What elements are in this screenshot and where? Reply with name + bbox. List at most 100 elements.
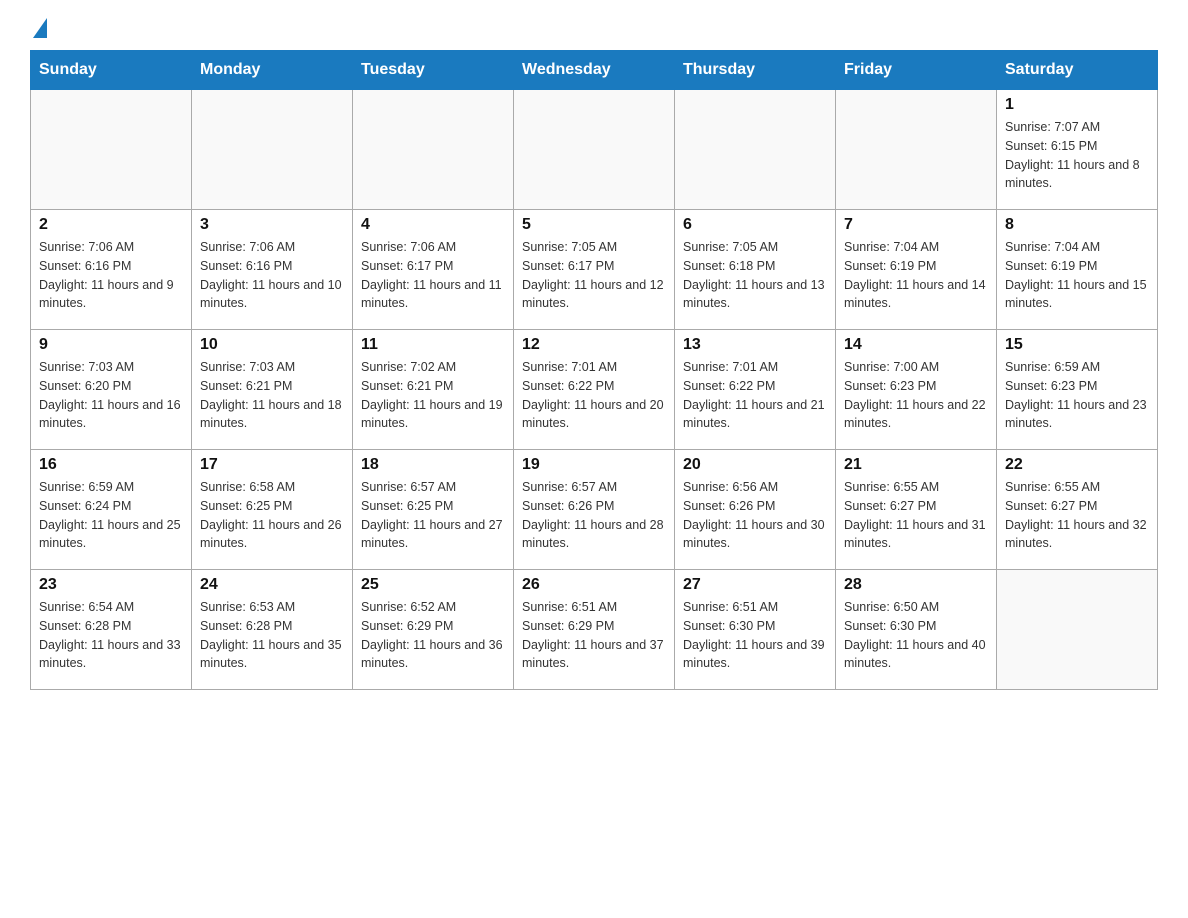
day-info: Sunrise: 6:52 AMSunset: 6:29 PMDaylight:…: [361, 598, 505, 673]
calendar-cell: 3 Sunrise: 7:06 AMSunset: 6:16 PMDaylight…: [192, 210, 353, 330]
calendar-cell: 14 Sunrise: 7:00 AMSunset: 6:23 PMDayligh…: [836, 330, 997, 450]
weekday-header-thursday: Thursday: [675, 51, 836, 90]
calendar-cell: 28Sunrise: 6:50 AMSunset: 6:30 PMDayligh…: [836, 570, 997, 690]
day-number: 18: [361, 456, 505, 474]
calendar-table: SundayMondayTuesdayWednesdayThursdayFrid…: [30, 50, 1158, 690]
day-info: Sunrise: 7:05 AMSunset: 6:18 PMDaylight:…: [683, 238, 827, 313]
calendar-cell: 18 Sunrise: 6:57 AMSunset: 6:25 PMDayligh…: [353, 450, 514, 570]
calendar-cell: [675, 90, 836, 210]
day-number: 24: [200, 576, 344, 594]
day-info: Sunrise: 7:00 AMSunset: 6:23 PMDaylight:…: [844, 358, 988, 433]
day-number: 16: [39, 456, 183, 474]
day-info: Sunrise: 7:04 AMSunset: 6:19 PMDaylight:…: [844, 238, 988, 313]
day-number: 9: [39, 336, 183, 354]
calendar-week-1: 1 Sunrise: 7:07 AMSunset: 6:15 PMDaylight…: [31, 90, 1158, 210]
day-info: Sunrise: 6:59 AMSunset: 6:24 PMDaylight:…: [39, 478, 183, 553]
day-number: 2: [39, 216, 183, 234]
weekday-header-row: SundayMondayTuesdayWednesdayThursdayFrid…: [31, 51, 1158, 90]
calendar-cell: 4 Sunrise: 7:06 AMSunset: 6:17 PMDaylight…: [353, 210, 514, 330]
day-number: 4: [361, 216, 505, 234]
calendar-cell: [514, 90, 675, 210]
calendar-cell: 20 Sunrise: 6:56 AMSunset: 6:26 PMDayligh…: [675, 450, 836, 570]
calendar-cell: 9 Sunrise: 7:03 AMSunset: 6:20 PMDaylight…: [31, 330, 192, 450]
calendar-cell: [353, 90, 514, 210]
day-number: 22: [1005, 456, 1149, 474]
day-info: Sunrise: 7:01 AMSunset: 6:22 PMDaylight:…: [683, 358, 827, 433]
day-number: 10: [200, 336, 344, 354]
day-number: 13: [683, 336, 827, 354]
day-number: 1: [1005, 96, 1149, 114]
calendar-cell: 26Sunrise: 6:51 AMSunset: 6:29 PMDayligh…: [514, 570, 675, 690]
calendar-cell: 1 Sunrise: 7:07 AMSunset: 6:15 PMDaylight…: [997, 90, 1158, 210]
day-info: Sunrise: 6:58 AMSunset: 6:25 PMDaylight:…: [200, 478, 344, 553]
day-info: Sunrise: 7:03 AMSunset: 6:20 PMDaylight:…: [39, 358, 183, 433]
weekday-header-tuesday: Tuesday: [353, 51, 514, 90]
day-number: 6: [683, 216, 827, 234]
day-number: 12: [522, 336, 666, 354]
day-number: 3: [200, 216, 344, 234]
day-number: 15: [1005, 336, 1149, 354]
weekday-header-friday: Friday: [836, 51, 997, 90]
calendar-cell: 16 Sunrise: 6:59 AMSunset: 6:24 PMDayligh…: [31, 450, 192, 570]
day-number: 20: [683, 456, 827, 474]
logo: [30, 20, 47, 40]
day-info: Sunrise: 6:57 AMSunset: 6:25 PMDaylight:…: [361, 478, 505, 553]
calendar-cell: 11 Sunrise: 7:02 AMSunset: 6:21 PMDayligh…: [353, 330, 514, 450]
calendar-cell: 21 Sunrise: 6:55 AMSunset: 6:27 PMDayligh…: [836, 450, 997, 570]
day-info: Sunrise: 6:50 AMSunset: 6:30 PMDaylight:…: [844, 598, 988, 673]
day-info: Sunrise: 7:06 AMSunset: 6:16 PMDaylight:…: [200, 238, 344, 313]
day-number: 19: [522, 456, 666, 474]
day-info: Sunrise: 7:04 AMSunset: 6:19 PMDaylight:…: [1005, 238, 1149, 313]
calendar-cell: [31, 90, 192, 210]
calendar-cell: 25 Sunrise: 6:52 AMSunset: 6:29 PMDayligh…: [353, 570, 514, 690]
calendar-cell: 2 Sunrise: 7:06 AMSunset: 6:16 PMDaylight…: [31, 210, 192, 330]
day-number: 26: [522, 576, 666, 594]
day-info: Sunrise: 7:02 AMSunset: 6:21 PMDaylight:…: [361, 358, 505, 433]
day-number: 21: [844, 456, 988, 474]
calendar-cell: 7 Sunrise: 7:04 AMSunset: 6:19 PMDaylight…: [836, 210, 997, 330]
day-number: 17: [200, 456, 344, 474]
day-info: Sunrise: 7:07 AMSunset: 6:15 PMDaylight:…: [1005, 118, 1149, 193]
calendar-cell: 5 Sunrise: 7:05 AMSunset: 6:17 PMDaylight…: [514, 210, 675, 330]
calendar-week-2: 2 Sunrise: 7:06 AMSunset: 6:16 PMDaylight…: [31, 210, 1158, 330]
day-info: Sunrise: 7:03 AMSunset: 6:21 PMDaylight:…: [200, 358, 344, 433]
calendar-week-5: 23 Sunrise: 6:54 AMSunset: 6:28 PMDayligh…: [31, 570, 1158, 690]
calendar-cell: 8Sunrise: 7:04 AMSunset: 6:19 PMDaylight…: [997, 210, 1158, 330]
calendar-cell: 12 Sunrise: 7:01 AMSunset: 6:22 PMDayligh…: [514, 330, 675, 450]
calendar-cell: [192, 90, 353, 210]
calendar-cell: 10 Sunrise: 7:03 AMSunset: 6:21 PMDayligh…: [192, 330, 353, 450]
calendar-week-3: 9 Sunrise: 7:03 AMSunset: 6:20 PMDaylight…: [31, 330, 1158, 450]
day-info: Sunrise: 6:54 AMSunset: 6:28 PMDaylight:…: [39, 598, 183, 673]
day-info: Sunrise: 6:55 AMSunset: 6:27 PMDaylight:…: [844, 478, 988, 553]
weekday-header-monday: Monday: [192, 51, 353, 90]
day-number: 27: [683, 576, 827, 594]
weekday-header-saturday: Saturday: [997, 51, 1158, 90]
calendar-cell: 13 Sunrise: 7:01 AMSunset: 6:22 PMDayligh…: [675, 330, 836, 450]
day-info: Sunrise: 6:57 AMSunset: 6:26 PMDaylight:…: [522, 478, 666, 553]
day-number: 5: [522, 216, 666, 234]
logo-arrow-icon: [33, 18, 47, 38]
day-info: Sunrise: 6:53 AMSunset: 6:28 PMDaylight:…: [200, 598, 344, 673]
page-header: [30, 20, 1158, 40]
day-info: Sunrise: 7:06 AMSunset: 6:17 PMDaylight:…: [361, 238, 505, 313]
calendar-cell: 24 Sunrise: 6:53 AMSunset: 6:28 PMDayligh…: [192, 570, 353, 690]
day-number: 11: [361, 336, 505, 354]
calendar-cell: 19 Sunrise: 6:57 AMSunset: 6:26 PMDayligh…: [514, 450, 675, 570]
weekday-header-sunday: Sunday: [31, 51, 192, 90]
calendar-cell: 17 Sunrise: 6:58 AMSunset: 6:25 PMDayligh…: [192, 450, 353, 570]
day-info: Sunrise: 6:56 AMSunset: 6:26 PMDaylight:…: [683, 478, 827, 553]
day-info: Sunrise: 6:59 AMSunset: 6:23 PMDaylight:…: [1005, 358, 1149, 433]
calendar-cell: 27Sunrise: 6:51 AMSunset: 6:30 PMDayligh…: [675, 570, 836, 690]
day-number: 14: [844, 336, 988, 354]
day-info: Sunrise: 7:06 AMSunset: 6:16 PMDaylight:…: [39, 238, 183, 313]
day-info: Sunrise: 6:55 AMSunset: 6:27 PMDaylight:…: [1005, 478, 1149, 553]
calendar-week-4: 16 Sunrise: 6:59 AMSunset: 6:24 PMDayligh…: [31, 450, 1158, 570]
day-info: Sunrise: 7:05 AMSunset: 6:17 PMDaylight:…: [522, 238, 666, 313]
calendar-cell: [997, 570, 1158, 690]
day-number: 7: [844, 216, 988, 234]
day-number: 23: [39, 576, 183, 594]
calendar-cell: 22 Sunrise: 6:55 AMSunset: 6:27 PMDayligh…: [997, 450, 1158, 570]
day-number: 25: [361, 576, 505, 594]
day-info: Sunrise: 7:01 AMSunset: 6:22 PMDaylight:…: [522, 358, 666, 433]
calendar-cell: [836, 90, 997, 210]
